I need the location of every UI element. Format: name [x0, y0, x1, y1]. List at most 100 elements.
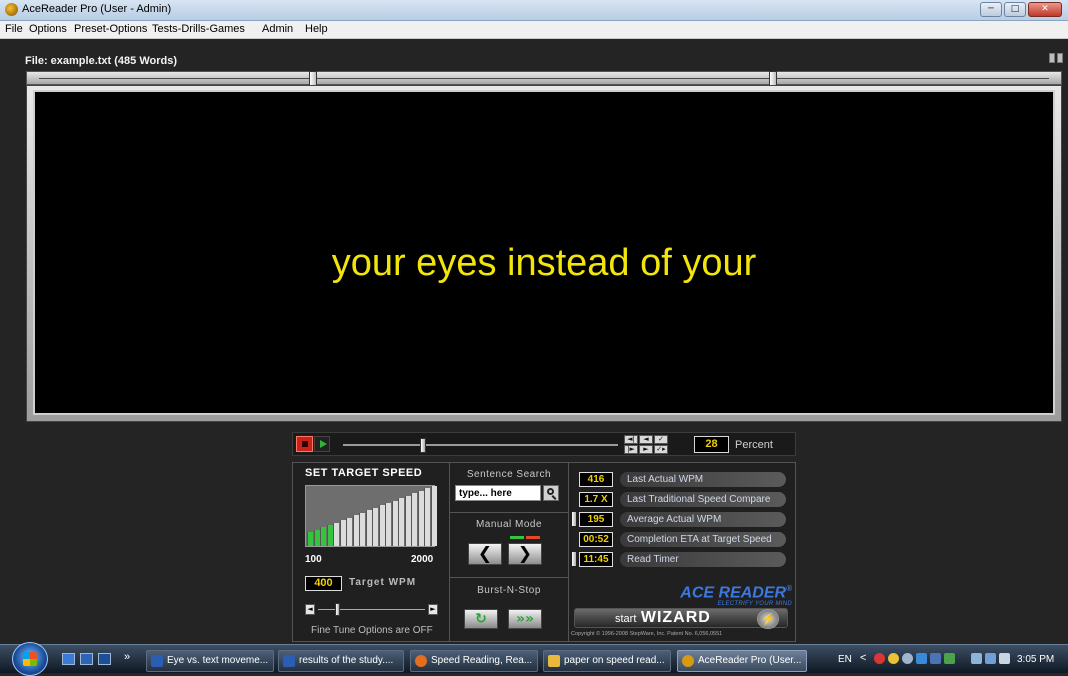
target-speed-section: SET TARGET SPEED 100 2000 400 Target WPM… [293, 463, 450, 641]
divider [450, 512, 568, 513]
menu-tests-drills-games[interactable]: Tests-Drills-Games [152, 23, 245, 35]
stat-row-last-actual-wpm: 416 Last Actual WPM [569, 471, 797, 489]
firefox-icon [415, 655, 427, 667]
progress-slider[interactable] [343, 438, 618, 453]
speed-bar[interactable] [385, 503, 391, 546]
quick-launch-chevron[interactable]: » [124, 651, 130, 663]
tray-expand-icon[interactable]: < [860, 653, 871, 664]
speed-bar[interactable] [320, 527, 326, 546]
check-button[interactable]: ✓ [654, 435, 668, 444]
mode-indicator-red [526, 536, 540, 539]
taskbar-item-label: Speed Reading, Rea... [431, 655, 533, 666]
media-player-icon[interactable] [80, 653, 93, 665]
previous-sentence-button[interactable]: ◄| [624, 435, 638, 444]
stat-value: 11:45 [579, 552, 613, 567]
sentence-search-input[interactable] [455, 485, 541, 501]
percent-label: Percent [735, 439, 773, 451]
right-margin-handle[interactable] [769, 71, 777, 86]
copyright-notice: Copyright © 1996-2008 StepWare, Inc. Pat… [571, 631, 723, 637]
restore-panel-icon[interactable] [1049, 53, 1055, 63]
speed-bar[interactable] [372, 508, 378, 546]
manual-previous-button[interactable]: ❮ [468, 543, 502, 565]
search-button[interactable] [543, 485, 559, 501]
window-title: AceReader Pro (User - Admin) [22, 3, 172, 15]
speed-bar[interactable] [359, 513, 365, 546]
messenger-tray-icon[interactable] [888, 653, 899, 664]
monitor-tray-icon[interactable] [971, 653, 982, 664]
speed-bar[interactable] [411, 493, 417, 546]
stat-value: 195 [579, 512, 613, 527]
menu-preset-options[interactable]: Preset-Options [74, 23, 147, 35]
stop-button[interactable] [296, 436, 313, 452]
stat-row-speed-compare: 1.7 X Last Traditional Speed Compare [569, 491, 797, 509]
close-panel-icon[interactable] [1057, 53, 1063, 63]
clock[interactable]: 3:05 PM [1017, 654, 1054, 665]
acereader-brand-logo: ACE READER® ELECTRIFY YOUR MIND [680, 581, 792, 607]
fine-tune-slider[interactable]: ◄ ► [305, 603, 438, 616]
speed-bar[interactable] [431, 486, 437, 546]
close-button[interactable]: ✕ [1028, 2, 1062, 17]
display-tray-icon[interactable] [930, 653, 941, 664]
fine-tune-right-arrow[interactable]: ► [428, 604, 438, 615]
manual-next-button[interactable]: ❯ [508, 543, 542, 565]
previous-line-button[interactable]: ◄ [639, 435, 653, 444]
speed-bar[interactable] [424, 488, 430, 546]
fine-tune-thumb[interactable] [335, 603, 340, 616]
statistics-section: 416 Last Actual WPM 1.7 X Last Tradition… [568, 463, 796, 641]
target-wpm-value[interactable]: 400 [305, 576, 342, 591]
taskbar-item-word-eye-vs-text[interactable]: Eye vs. text moveme... [146, 650, 274, 672]
taskbar-item-label: Eye vs. text moveme... [167, 655, 269, 666]
show-desktop-icon[interactable] [62, 653, 75, 665]
taskbar-item-paper-speed-reading[interactable]: paper on speed read... [543, 650, 671, 672]
stat-label: Read Timer [620, 552, 786, 567]
taskbar-item-label: paper on speed read... [564, 655, 665, 666]
speed-bar[interactable] [333, 523, 339, 546]
network-tray-icon[interactable] [944, 653, 955, 664]
burst-repeat-button[interactable]: ↻ [464, 609, 498, 629]
minimize-button[interactable]: ─ [980, 2, 1002, 17]
stat-value: 416 [579, 472, 613, 487]
taskbar-item-word-results[interactable]: results of the study.... [278, 650, 404, 672]
taskbar-item-firefox-speed-reading[interactable]: Speed Reading, Rea... [410, 650, 538, 672]
start-wizard-button[interactable]: start WIZARD ⚡ [574, 608, 788, 629]
search-icon [547, 488, 554, 495]
taskbar-item-acereader[interactable]: AceReader Pro (User... [677, 650, 807, 672]
chat-tray-icon[interactable] [902, 653, 913, 664]
start-button[interactable] [12, 642, 48, 676]
switch-windows-icon[interactable] [98, 653, 111, 665]
play-button[interactable] [314, 436, 330, 452]
speed-bar[interactable] [398, 498, 404, 546]
taskbar-item-label: results of the study.... [299, 655, 394, 666]
app-logo-icon [5, 3, 18, 16]
computer-tray-icon[interactable] [985, 653, 996, 664]
mode-indicator-green [510, 536, 524, 539]
brand-name: ACE READER [680, 584, 787, 602]
next-line-button[interactable]: ► [639, 445, 653, 454]
speed-bar-meter[interactable] [305, 485, 437, 547]
maximize-button[interactable]: □ [1004, 2, 1026, 17]
left-margin-handle[interactable] [309, 71, 317, 86]
lightning-bolt-icon: ⚡ [757, 609, 779, 629]
error-tray-icon[interactable] [874, 653, 885, 664]
volume-icon[interactable] [999, 653, 1010, 664]
tray-spacer [958, 653, 968, 664]
language-indicator[interactable]: EN [838, 654, 852, 665]
w-app-tray-icon[interactable] [916, 653, 927, 664]
check-next-button[interactable]: ✓▸ [654, 445, 668, 454]
file-info: File: example.txt (485 Words) [25, 55, 178, 67]
title-bar: AceReader Pro (User - Admin) ─ □ ✕ [0, 0, 1068, 21]
stat-marker [572, 552, 576, 566]
stat-row-completion-eta: 00:52 Completion ETA at Target Speed [569, 531, 797, 549]
menu-help[interactable]: Help [305, 23, 328, 35]
burst-n-stop-label: Burst-N-Stop [477, 585, 541, 596]
fine-tune-left-arrow[interactable]: ◄ [305, 604, 315, 615]
stat-value: 1.7 X [579, 492, 613, 507]
speed-bar[interactable] [346, 518, 352, 546]
progress-slider-thumb[interactable] [420, 438, 426, 453]
menu-admin[interactable]: Admin [262, 23, 293, 35]
burst-forward-button[interactable]: »» [508, 609, 542, 629]
next-sentence-button[interactable]: |► [624, 445, 638, 454]
menu-file[interactable]: File [5, 23, 23, 35]
menu-options[interactable]: Options [29, 23, 67, 35]
speed-bar[interactable] [307, 532, 313, 546]
